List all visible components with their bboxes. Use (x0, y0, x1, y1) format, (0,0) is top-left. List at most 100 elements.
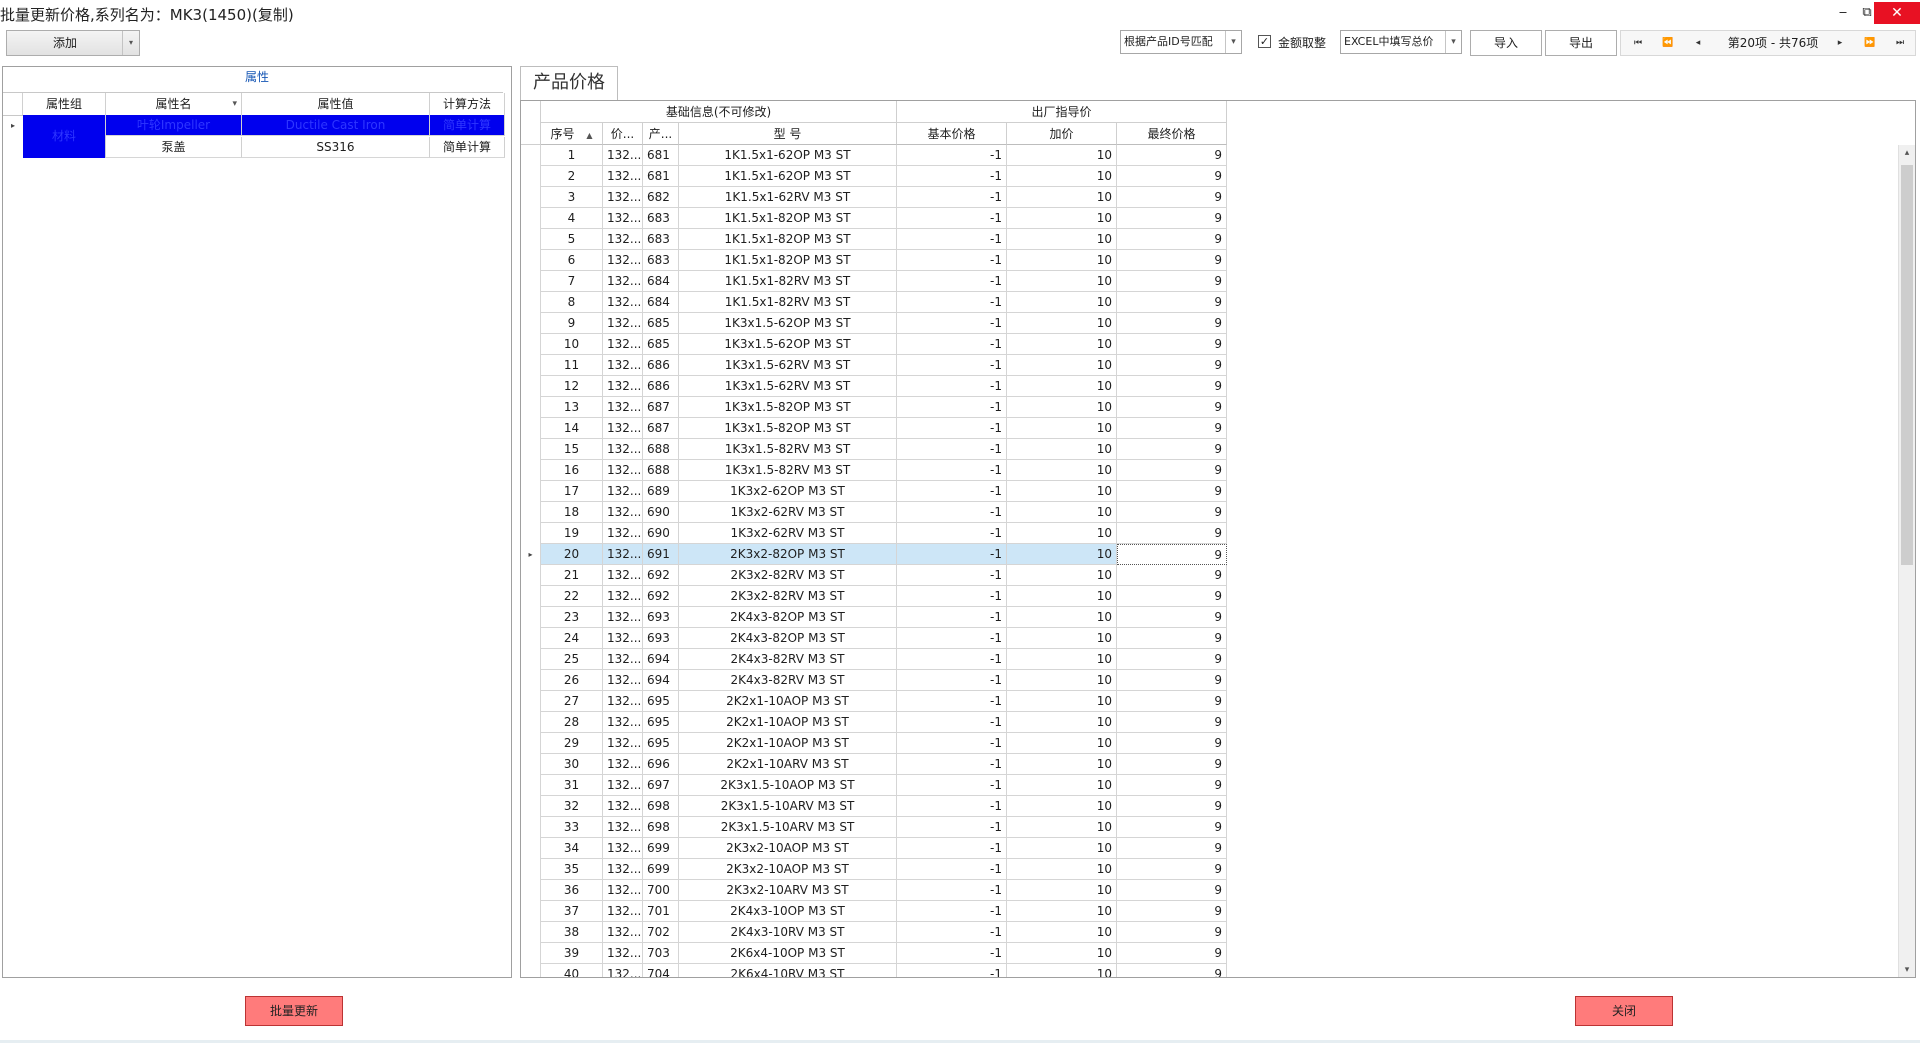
cell-price-id[interactable]: 132... (603, 733, 643, 754)
cell-base-price[interactable]: -1 (897, 208, 1007, 229)
cell-product-id[interactable]: 694 (643, 649, 679, 670)
cell-product-id[interactable]: 690 (643, 502, 679, 523)
cell-base-price[interactable]: -1 (897, 586, 1007, 607)
cell-model[interactable]: 2K3x2-82RV M3 ST (679, 586, 897, 607)
row-header[interactable] (521, 397, 541, 418)
table-row[interactable]: 22 132... 692 2K3x2-82RV M3 ST -1 10 9 (521, 586, 1899, 607)
cell-final-price[interactable]: 9 (1117, 502, 1227, 523)
cell-product-id[interactable]: 682 (643, 187, 679, 208)
cell-base-price[interactable]: -1 (897, 964, 1007, 977)
cell-markup[interactable]: 10 (1007, 607, 1117, 628)
table-row[interactable]: 9 132... 685 1K3x1.5-62OP M3 ST -1 10 9 (521, 313, 1899, 334)
cell-base-price[interactable]: -1 (897, 502, 1007, 523)
cell-product-id[interactable]: 689 (643, 481, 679, 502)
cell-product-id[interactable]: 681 (643, 145, 679, 166)
cell-no[interactable]: 6 (541, 250, 603, 271)
row-header[interactable] (521, 733, 541, 754)
cell-price-id[interactable]: 132... (603, 523, 643, 544)
cell-model[interactable]: 2K4x3-10OP M3 ST (679, 901, 897, 922)
cell-no[interactable]: 28 (541, 712, 603, 733)
table-row[interactable]: 12 132... 686 1K3x1.5-62RV M3 ST -1 10 9 (521, 376, 1899, 397)
cell-final-price[interactable]: 9 (1117, 145, 1227, 166)
cell-price-id[interactable]: 132... (603, 670, 643, 691)
table-row[interactable]: 38 132... 702 2K4x3-10RV M3 ST -1 10 9 (521, 922, 1899, 943)
table-row[interactable]: 10 132... 685 1K3x1.5-62OP M3 ST -1 10 9 (521, 334, 1899, 355)
cell-base-price[interactable]: -1 (897, 250, 1007, 271)
cell-product-id[interactable]: 699 (643, 838, 679, 859)
cell-price-id[interactable]: 132... (603, 334, 643, 355)
cell-final-price[interactable]: 9 (1117, 355, 1227, 376)
cell-model[interactable]: 2K3x2-10AOP M3 ST (679, 838, 897, 859)
table-row[interactable]: 16 132... 688 1K3x1.5-82RV M3 ST -1 10 9 (521, 460, 1899, 481)
cell-no[interactable]: 30 (541, 754, 603, 775)
cell-final-price[interactable]: 9 (1117, 628, 1227, 649)
cell-markup[interactable]: 10 (1007, 271, 1117, 292)
cell-product-id[interactable]: 692 (643, 586, 679, 607)
cell-base-price[interactable]: -1 (897, 670, 1007, 691)
row-header[interactable] (521, 460, 541, 481)
add-split-button[interactable]: 添加 ▾ (6, 30, 140, 56)
row-header[interactable] (521, 523, 541, 544)
cell-markup[interactable]: 10 (1007, 397, 1117, 418)
cell-no[interactable]: 18 (541, 502, 603, 523)
cell-no[interactable]: 2 (541, 166, 603, 187)
attribute-name-cell[interactable]: 叶轮Impeller (106, 115, 242, 136)
cell-model[interactable]: 1K3x1.5-82OP M3 ST (679, 397, 897, 418)
cell-model[interactable]: 1K3x1.5-62OP M3 ST (679, 334, 897, 355)
cell-no[interactable]: 23 (541, 607, 603, 628)
cell-product-id[interactable]: 700 (643, 880, 679, 901)
column-header-model[interactable]: 型 号 (679, 123, 897, 145)
cell-base-price[interactable]: -1 (897, 649, 1007, 670)
cell-price-id[interactable]: 132... (603, 271, 643, 292)
cell-product-id[interactable]: 690 (643, 523, 679, 544)
cell-markup[interactable]: 10 (1007, 523, 1117, 544)
cell-no[interactable]: 16 (541, 460, 603, 481)
cell-price-id[interactable]: 132... (603, 628, 643, 649)
cell-base-price[interactable]: -1 (897, 397, 1007, 418)
row-header[interactable] (521, 271, 541, 292)
cell-base-price[interactable]: -1 (897, 187, 1007, 208)
cell-base-price[interactable]: -1 (897, 607, 1007, 628)
cell-price-id[interactable]: 132... (603, 796, 643, 817)
cell-product-id[interactable]: 684 (643, 292, 679, 313)
cell-no[interactable]: 12 (541, 376, 603, 397)
cell-product-id[interactable]: 695 (643, 712, 679, 733)
import-button[interactable]: 导入 (1470, 30, 1542, 56)
excel-mode-select[interactable]: EXCEL中填写总价 ▾ (1340, 30, 1462, 54)
cell-markup[interactable]: 10 (1007, 775, 1117, 796)
column-header-group[interactable]: 属性组 (23, 93, 106, 115)
cell-base-price[interactable]: -1 (897, 376, 1007, 397)
cell-price-id[interactable]: 132... (603, 712, 643, 733)
row-header[interactable] (521, 313, 541, 334)
table-row[interactable]: 17 132... 689 1K3x2-62OP M3 ST -1 10 9 (521, 481, 1899, 502)
cell-no[interactable]: 13 (541, 397, 603, 418)
cell-markup[interactable]: 10 (1007, 586, 1117, 607)
cell-product-id[interactable]: 685 (643, 313, 679, 334)
row-header[interactable] (521, 691, 541, 712)
cell-markup[interactable]: 10 (1007, 943, 1117, 964)
export-button[interactable]: 导出 (1545, 30, 1617, 56)
cell-product-id[interactable]: 695 (643, 733, 679, 754)
cell-base-price[interactable]: -1 (897, 838, 1007, 859)
cell-base-price[interactable]: -1 (897, 901, 1007, 922)
cell-product-id[interactable]: 693 (643, 628, 679, 649)
table-row[interactable]: 18 132... 690 1K3x2-62RV M3 ST -1 10 9 (521, 502, 1899, 523)
attribute-value-cell[interactable]: Ductile Cast Iron (242, 115, 430, 136)
cell-markup[interactable]: 10 (1007, 376, 1117, 397)
cell-model[interactable]: 2K3x2-82RV M3 ST (679, 565, 897, 586)
row-header[interactable] (521, 712, 541, 733)
cell-final-price[interactable]: 9 (1117, 817, 1227, 838)
cell-price-id[interactable]: 132... (603, 418, 643, 439)
cell-base-price[interactable]: -1 (897, 754, 1007, 775)
cell-price-id[interactable]: 132... (603, 355, 643, 376)
row-header[interactable] (521, 628, 541, 649)
cell-model[interactable]: 1K1.5x1-82OP M3 ST (679, 250, 897, 271)
cell-price-id[interactable]: 132... (603, 691, 643, 712)
next-fast-icon[interactable]: ⏩ (1857, 31, 1883, 55)
cell-model[interactable]: 1K1.5x1-62OP M3 ST (679, 166, 897, 187)
row-header[interactable] (521, 565, 541, 586)
cell-model[interactable]: 1K3x2-62OP M3 ST (679, 481, 897, 502)
table-row[interactable]: 1 132... 681 1K1.5x1-62OP M3 ST -1 10 9 (521, 145, 1899, 166)
cell-product-id[interactable]: 686 (643, 355, 679, 376)
cell-product-id[interactable]: 687 (643, 418, 679, 439)
